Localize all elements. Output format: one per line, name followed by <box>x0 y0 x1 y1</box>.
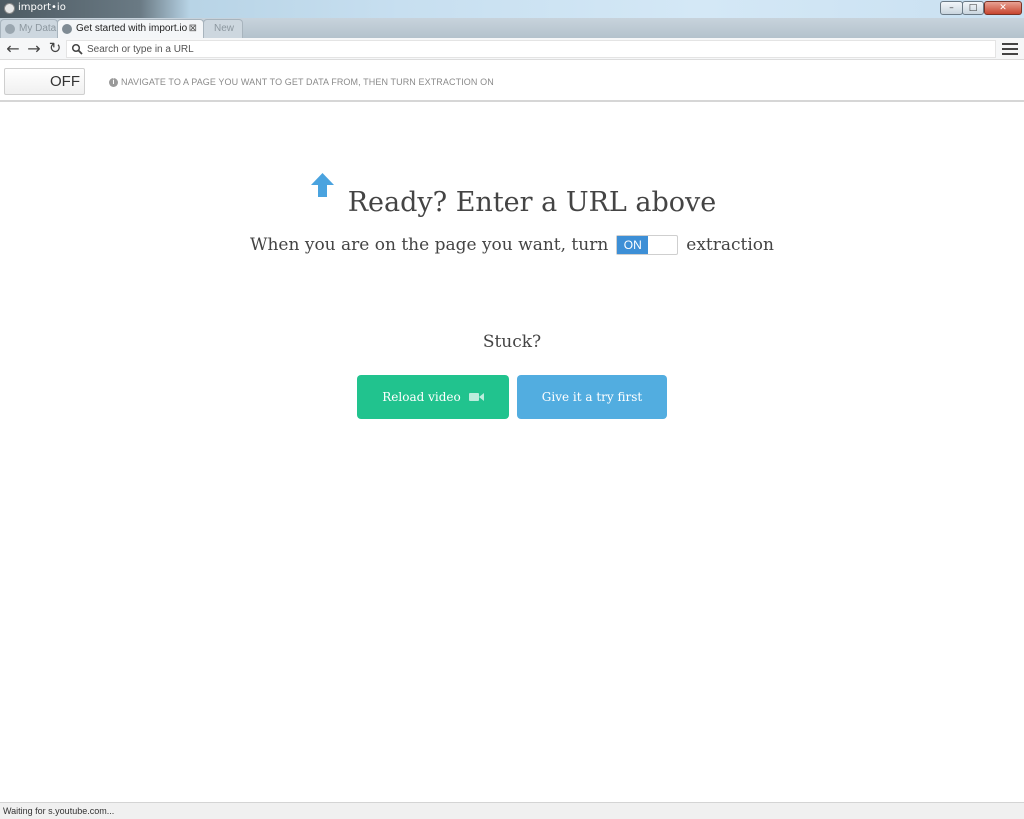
reload-video-button[interactable]: Reload video <box>357 375 509 419</box>
try-first-label: Give it a try first <box>541 390 643 404</box>
main-content: Ready? Enter a URL above When you are on… <box>0 103 1024 802</box>
address-input[interactable] <box>87 41 987 57</box>
toggle-state-label: OFF <box>50 73 80 90</box>
instruction-text: When you are on the page you want, turn <box>250 235 609 255</box>
window-titlebar: import•io – □ ✕ <box>0 0 1024 18</box>
try-first-button[interactable]: Give it a try first <box>517 375 667 419</box>
arrow-left-icon: ← <box>6 39 20 58</box>
hamburger-line <box>1002 48 1018 50</box>
on-label: ON <box>617 236 649 254</box>
stuck-heading: Stuck? <box>482 332 542 352</box>
tab-new[interactable]: New <box>203 19 243 38</box>
extraction-toggle[interactable]: OFF <box>4 68 85 95</box>
tab-strip: My Data Get started with import.io ⊠ New <box>0 18 1024 38</box>
menu-button[interactable] <box>1002 43 1018 55</box>
page-title: Ready? Enter a URL above <box>347 187 717 218</box>
forward-button[interactable]: → <box>25 40 43 58</box>
tab-get-started[interactable]: Get started with import.io ⊠ <box>57 19 204 38</box>
status-text: Waiting for s.youtube.com... <box>3 806 115 816</box>
inline-on-toggle: ON <box>616 235 679 255</box>
status-bar: Waiting for s.youtube.com... <box>0 802 1024 819</box>
video-camera-icon <box>468 393 484 401</box>
tab-label: My Data <box>19 23 57 34</box>
tab-label: Get started with import.io <box>76 23 188 34</box>
instruction-text-end: extraction <box>686 235 774 255</box>
hamburger-line <box>1002 43 1018 45</box>
close-tab-icon[interactable]: ⊠ <box>189 20 197 38</box>
address-bar[interactable] <box>66 40 996 58</box>
reload-video-label: Reload video <box>382 390 461 404</box>
reload-button[interactable]: ↻ <box>46 40 64 58</box>
close-icon: ✕ <box>999 3 1007 13</box>
reload-icon: ↻ <box>48 39 62 57</box>
back-button[interactable]: ← <box>4 40 22 58</box>
extraction-hint: i NAVIGATE TO A PAGE YOU WANT TO GET DAT… <box>109 77 494 87</box>
instruction-line: When you are on the page you want, turn … <box>250 232 774 258</box>
arrow-right-icon: → <box>27 39 41 58</box>
globe-icon <box>5 24 15 34</box>
tab-label: New <box>214 23 235 34</box>
hint-text: NAVIGATE TO A PAGE YOU WANT TO GET DATA … <box>121 77 494 87</box>
minimize-button[interactable]: – <box>940 1 963 15</box>
globe-icon <box>62 24 72 34</box>
extraction-bar: OFF i NAVIGATE TO A PAGE YOU WANT TO GET… <box>0 61 1024 102</box>
window-title: import•io <box>18 2 66 13</box>
close-window-button[interactable]: ✕ <box>984 1 1022 15</box>
tab-my-data[interactable]: My Data <box>0 19 58 38</box>
hamburger-line <box>1002 53 1018 55</box>
maximize-icon: □ <box>968 3 978 13</box>
search-icon <box>71 43 83 55</box>
app-icon <box>4 3 15 14</box>
info-icon: i <box>109 77 118 87</box>
maximize-button[interactable]: □ <box>962 1 984 15</box>
browser-toolbar: ← → ↻ <box>0 38 1024 60</box>
minimize-icon: – <box>949 3 954 13</box>
